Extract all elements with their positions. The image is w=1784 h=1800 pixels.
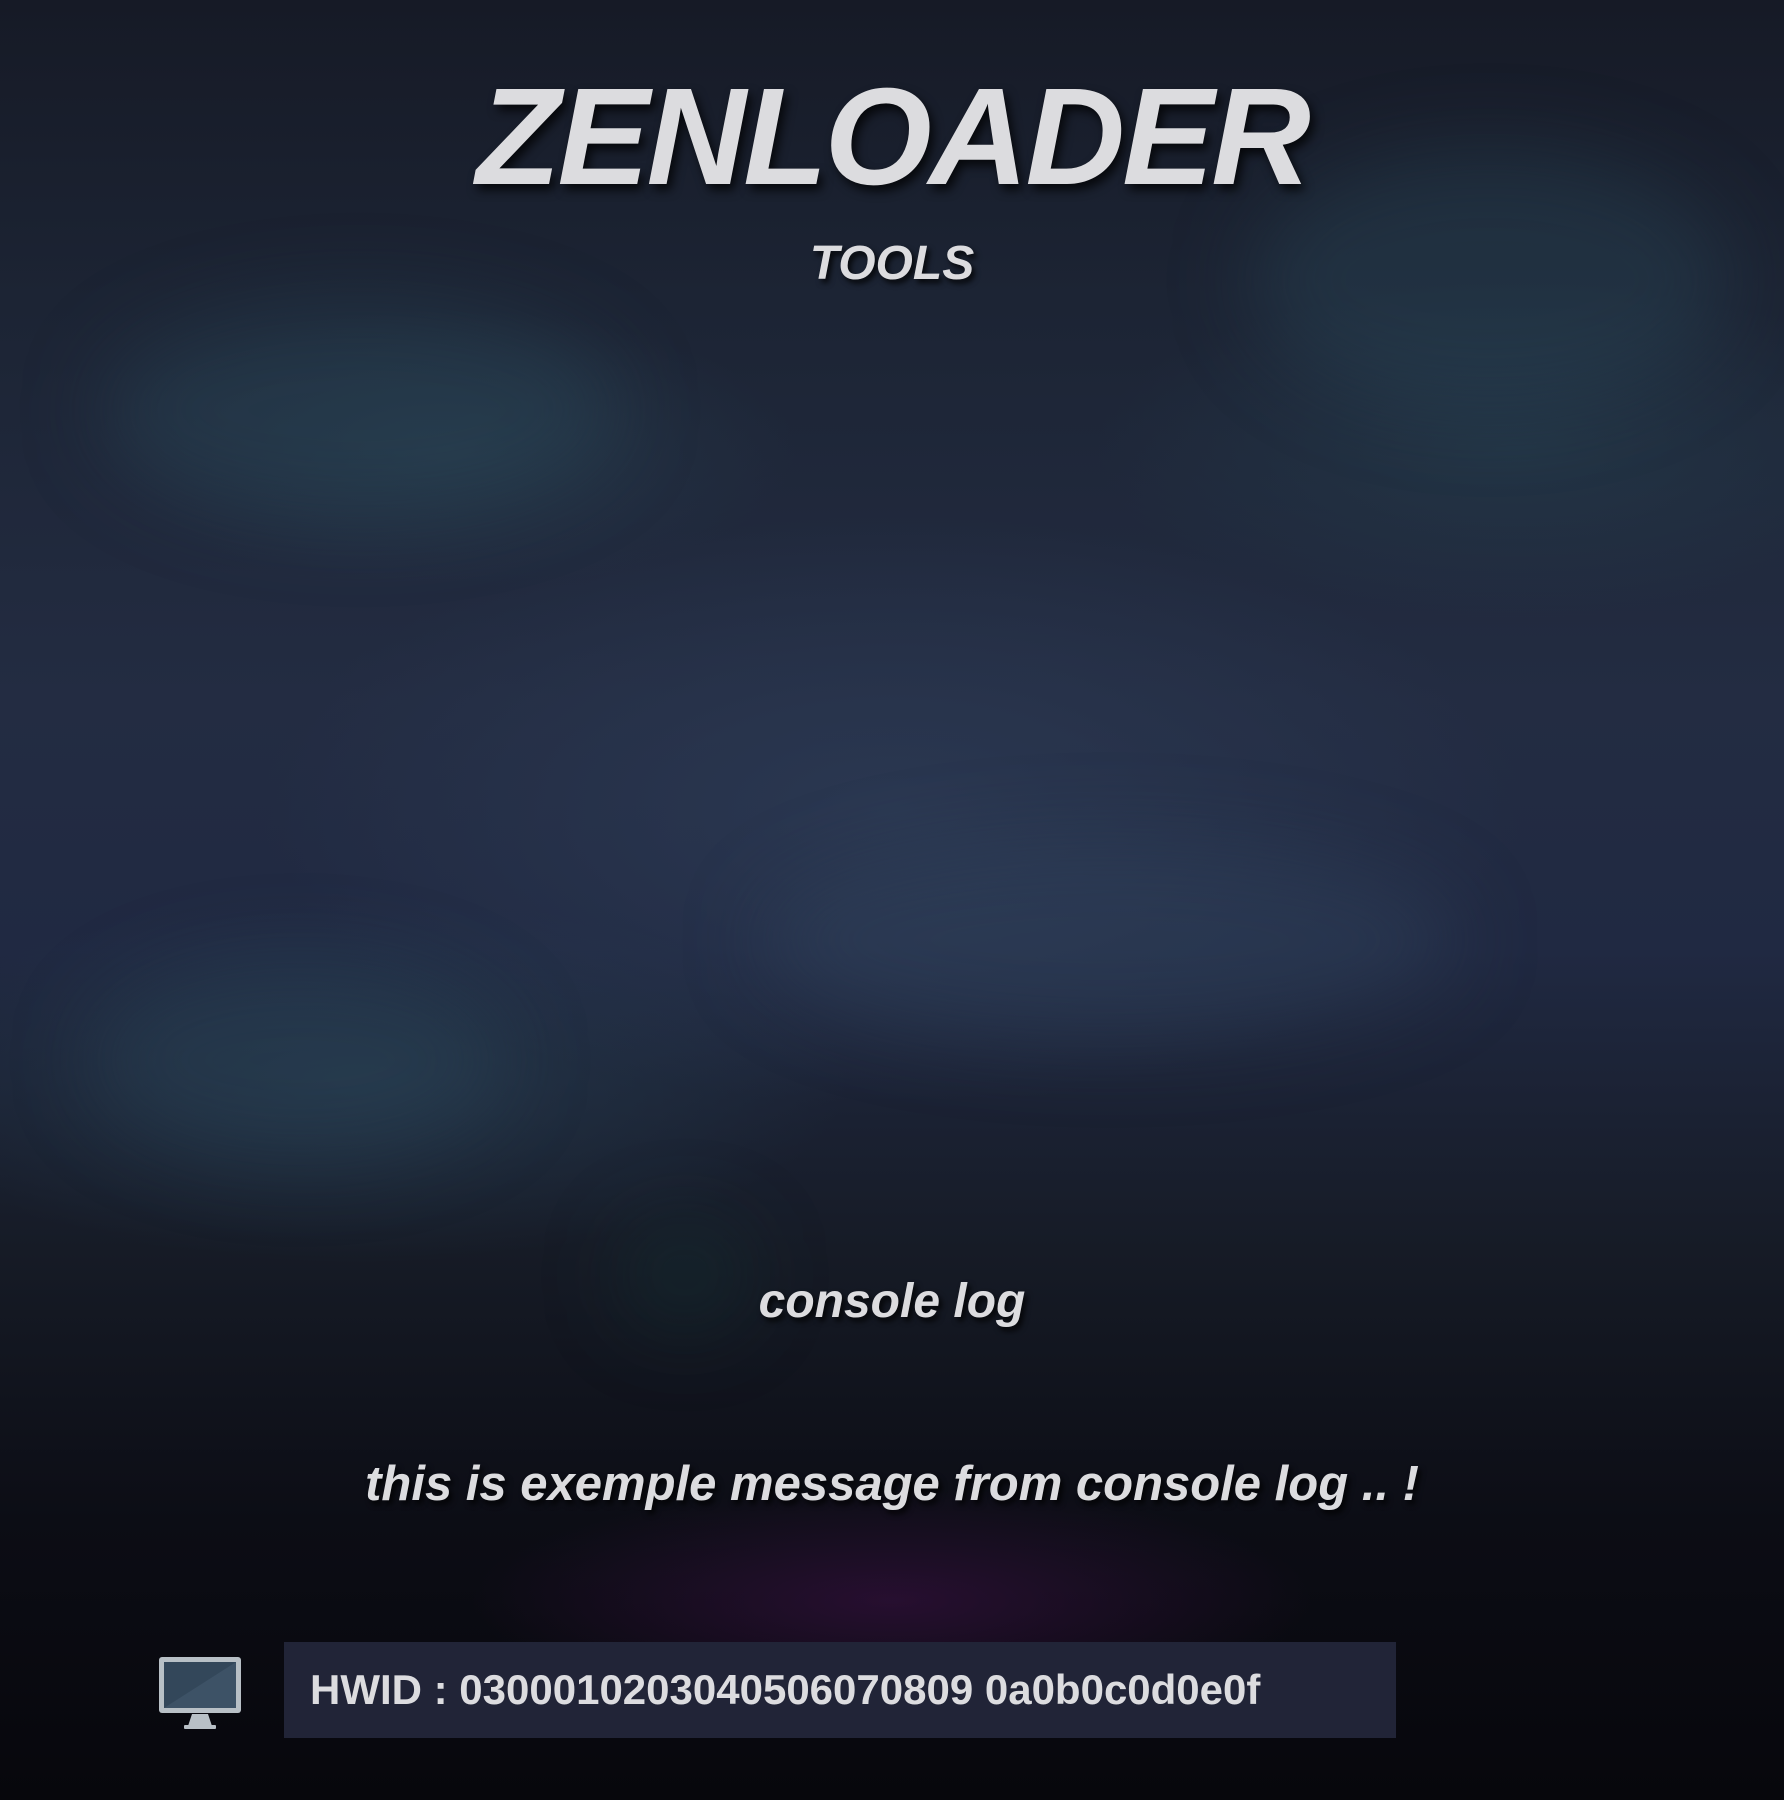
console-log-message: this is exemple message from console log… [365, 1457, 1419, 1511]
hwid-text: HWID : 0300010203040506070809 0a0b0c0d0e… [310, 1666, 1261, 1713]
console-log-label: console log [758, 1275, 1026, 1328]
background-blob [90, 960, 510, 1160]
background-blob [760, 840, 1460, 1040]
app-title: ZENLOADER [476, 60, 1311, 214]
hwid-field: HWID : 0300010203040506070809 0a0b0c0d0e… [284, 1642, 1396, 1738]
background-blob [100, 300, 620, 520]
monitor-icon [158, 1656, 242, 1730]
app-subtitle: TOOLS [809, 237, 975, 290]
